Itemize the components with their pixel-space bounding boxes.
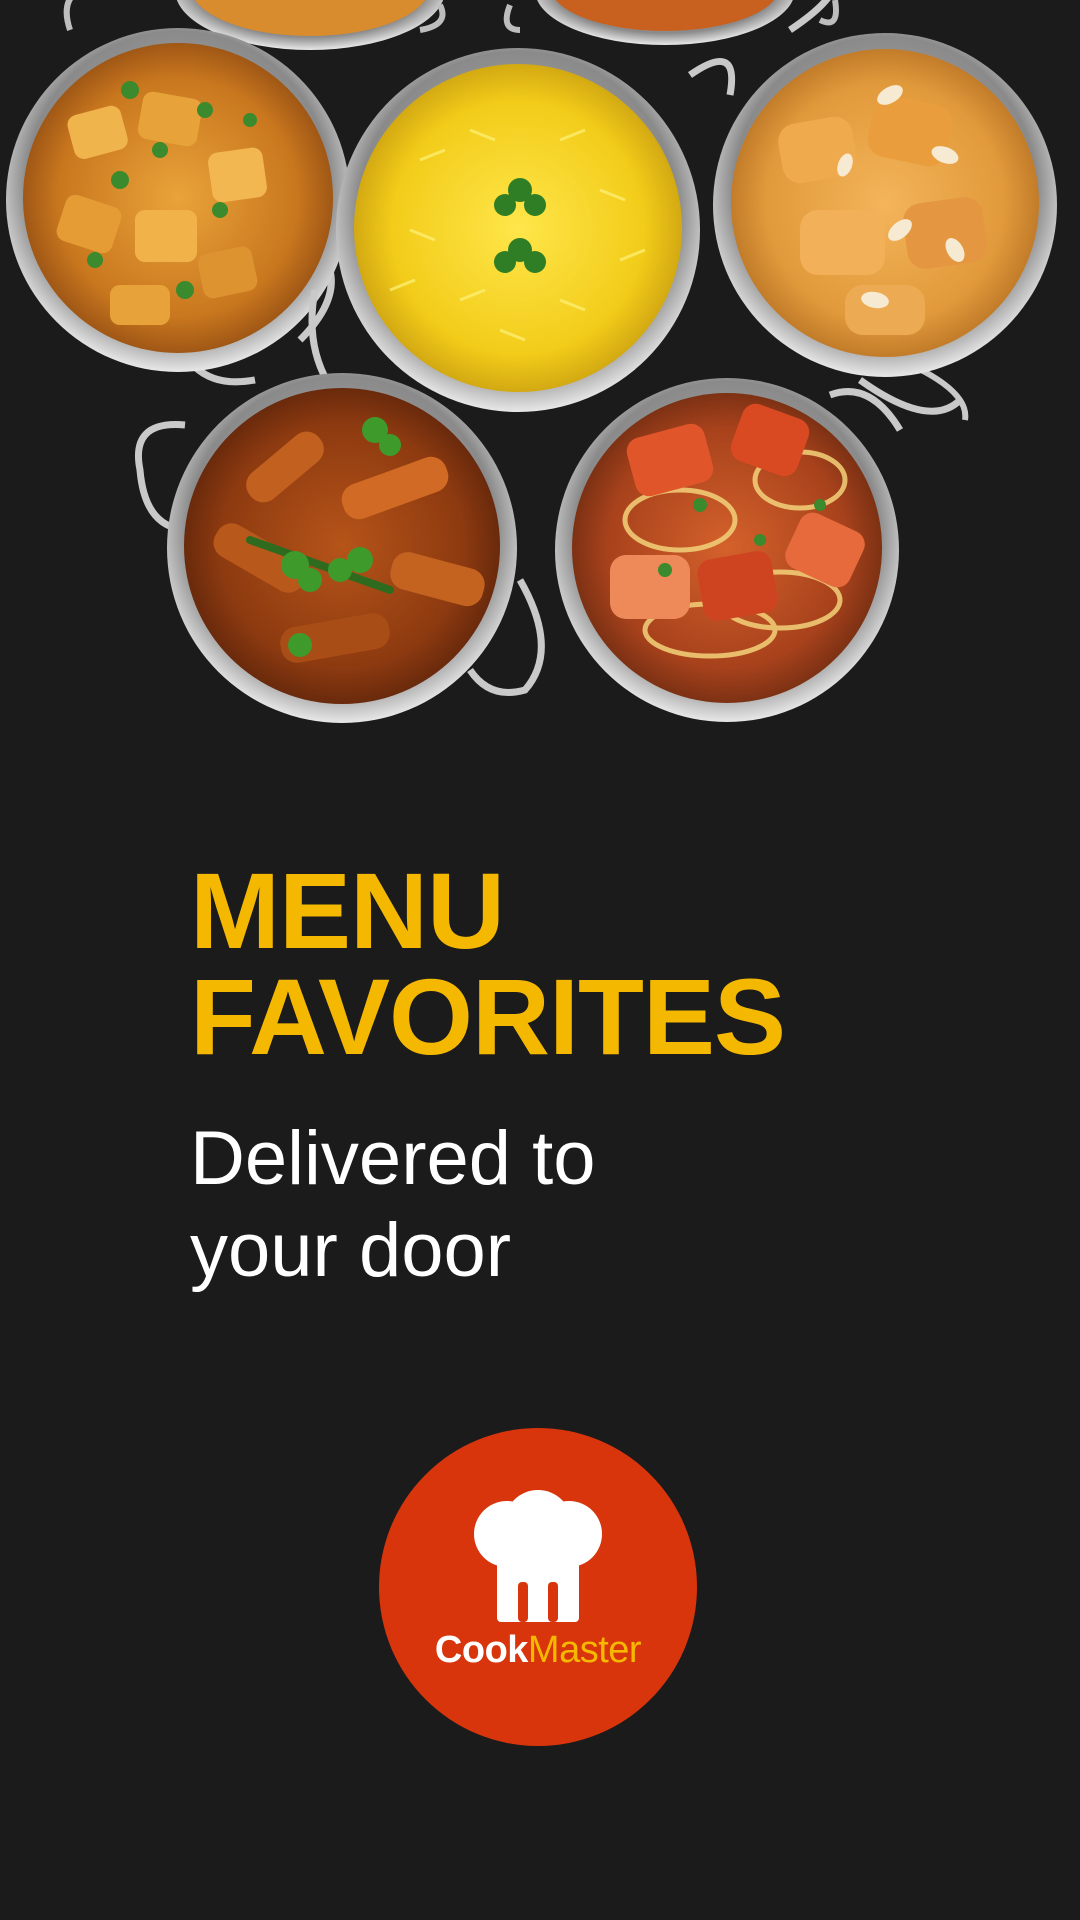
hero-food-image [6, 0, 1057, 723]
top-pot-right [503, 0, 839, 45]
headline: MENU FAVORITES [190, 850, 786, 1077]
korma-dish [713, 0, 1057, 421]
logo-word-master: Master [527, 1629, 642, 1671]
headline-line-1: MENU [190, 850, 505, 971]
logo-word-cook: Cook [434, 1629, 529, 1671]
saffron-rice-dish [308, 48, 736, 423]
promo-screen: MENU FAVORITES Delivered to your door Co… [0, 0, 1080, 1920]
chef-hat-icon [474, 1490, 602, 1622]
cookmaster-logo: CookMaster [379, 1428, 697, 1746]
subheadline: Delivered to your door [190, 1113, 596, 1297]
logo-wordmark: CookMaster [379, 1628, 697, 1672]
potato-curry-dish [6, 28, 350, 386]
jalfrezi-dish [135, 373, 545, 723]
headline-line-2: FAVORITES [190, 956, 786, 1077]
subheadline-line-1: Delivered to [190, 1116, 596, 1201]
subheadline-line-2: your door [190, 1208, 512, 1293]
tandoori-dish [555, 378, 904, 722]
